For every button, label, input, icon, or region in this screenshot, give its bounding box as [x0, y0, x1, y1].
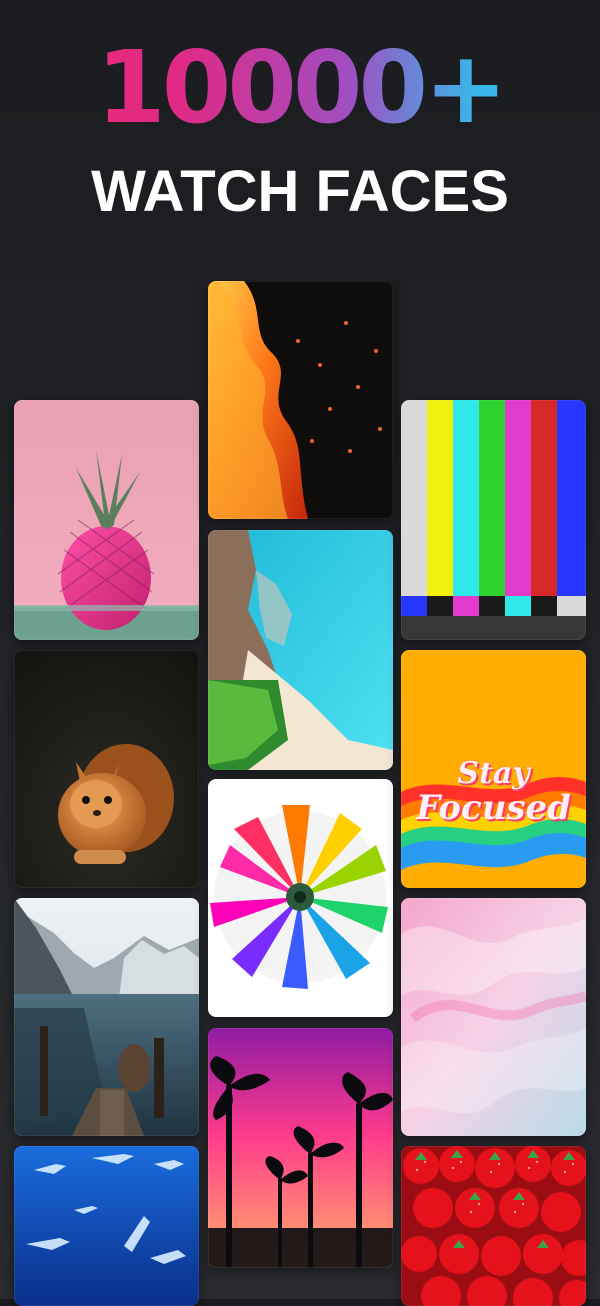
watch-face-squirrel[interactable] [14, 650, 199, 888]
watch-face-flower[interactable] [208, 779, 393, 1017]
watch-face-strawberries[interactable] [401, 1146, 586, 1306]
beach-image [208, 530, 393, 770]
pineapple-image [14, 400, 199, 640]
palm-trees-image [208, 1028, 393, 1268]
fire-image [208, 281, 393, 519]
sharks-image [14, 1146, 199, 1306]
mountain-lake-image [14, 898, 199, 1136]
squirrel-image [14, 650, 199, 888]
watch-face-tv-bars[interactable] [401, 400, 586, 640]
stay-word: Stay [457, 756, 530, 791]
watch-face-mountain-lake[interactable] [14, 898, 199, 1136]
watch-face-beach[interactable] [208, 530, 393, 770]
watch-face-pineapple[interactable] [14, 400, 199, 640]
flower-image [208, 779, 393, 1017]
tv-color-bars-image [401, 400, 586, 640]
marble-image [401, 898, 586, 1136]
watch-face-fire[interactable] [208, 281, 393, 519]
strawberries-image [401, 1146, 586, 1306]
stay-focused-text: Stay Focused [401, 756, 586, 828]
watch-face-grid: Stay Focused [0, 0, 600, 1306]
watch-face-sharks[interactable] [14, 1146, 199, 1306]
watch-face-marble[interactable] [401, 898, 586, 1136]
watch-face-stay-focused[interactable]: Stay Focused [401, 650, 586, 888]
watch-face-palms[interactable] [208, 1028, 393, 1268]
focused-word: Focused [416, 788, 571, 828]
